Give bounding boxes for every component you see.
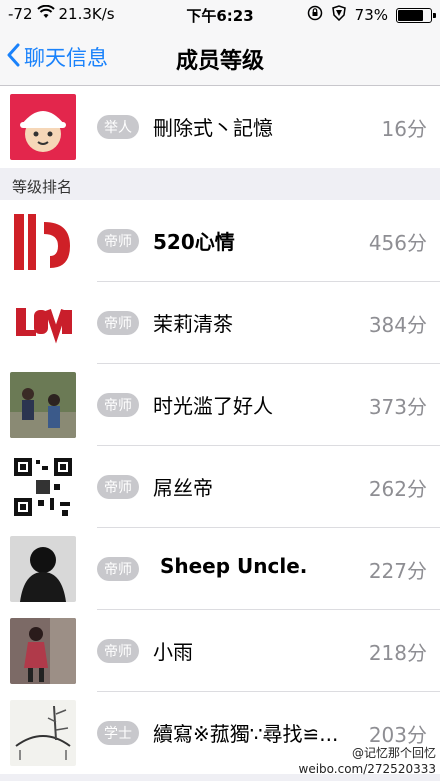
- avatar: [10, 700, 76, 766]
- member-row[interactable]: 帝师 茉莉清茶 384分: [0, 282, 440, 364]
- member-row[interactable]: 帝师 Sheep Uncle. 227分: [0, 528, 440, 610]
- page-title: 成员等级: [175, 49, 264, 74]
- rank-badge: 帝师: [97, 229, 139, 253]
- member-score: 384分: [368, 313, 427, 337]
- rank-badge: 帝师: [97, 639, 139, 663]
- watermark-handle: @记忆那个回忆: [351, 746, 436, 760]
- member-name: Sheep Uncle.: [153, 554, 308, 578]
- member-score: 227分: [368, 559, 427, 583]
- member-name: 刪除式丶記憶: [153, 116, 273, 140]
- watermark-url: weibo.com/272520333: [298, 762, 436, 776]
- member-row[interactable]: 帝师 屌丝帝 262分: [0, 446, 440, 528]
- avatar: [10, 372, 76, 438]
- member-name: 小雨: [153, 640, 193, 664]
- member-score: 262分: [368, 477, 427, 501]
- avatar: [10, 536, 76, 602]
- member-name: 茉莉清茶: [153, 312, 233, 336]
- battery-percent: 73%: [354, 6, 388, 24]
- member-name: 屌丝帝: [153, 476, 213, 500]
- member-score: 373分: [368, 395, 427, 419]
- rank-badge: 举人: [97, 115, 139, 139]
- avatar: [10, 290, 76, 356]
- member-row[interactable]: 帝师 小雨 218分: [0, 610, 440, 692]
- rank-badge: 帝师: [97, 393, 139, 417]
- member-row[interactable]: 帝师 时光滥了好人 373分: [0, 364, 440, 446]
- member-score: 456分: [368, 231, 427, 255]
- avatar: [10, 618, 76, 684]
- section-header: 等级排名: [12, 178, 73, 196]
- member-score: 16分: [381, 117, 427, 141]
- avatar: [10, 94, 76, 160]
- battery-icon: [396, 7, 436, 23]
- member-name: 时光滥了好人: [153, 394, 273, 418]
- status-bar: -72 21.3K/s 下午6:23 73%: [0, 0, 440, 30]
- avatar: [10, 208, 76, 274]
- rank-badge: 帝师: [97, 475, 139, 499]
- self-member-row[interactable]: 举人 刪除式丶記憶 16分: [0, 86, 440, 168]
- location-icon: [331, 5, 347, 25]
- watermark: @记忆那个回忆 weibo.com/272520333: [299, 745, 436, 777]
- member-score: 218分: [368, 641, 427, 665]
- member-name: 續寫※菰獨∵尋找≌...: [153, 722, 339, 746]
- member-name: 520心情: [153, 230, 235, 254]
- avatar: [10, 454, 76, 520]
- rank-badge: 帝师: [97, 311, 139, 335]
- rank-badge: 学士: [97, 721, 139, 745]
- rank-badge: 帝师: [97, 557, 139, 581]
- member-row[interactable]: 帝师 520心情 456分: [0, 200, 440, 282]
- member-score: 203分: [368, 723, 427, 747]
- rotation-lock-icon: [307, 5, 323, 25]
- navigation-bar: 聊天信息 成员等级: [0, 30, 440, 86]
